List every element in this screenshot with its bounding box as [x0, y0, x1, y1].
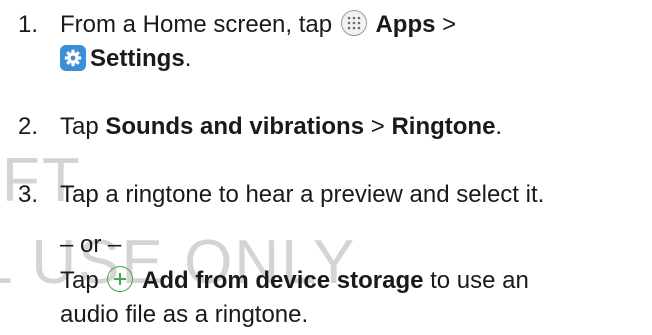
step-text: From a Home screen, tap Apps > Settings.: [60, 8, 456, 76]
step-number: 1.: [18, 11, 39, 38]
plus-circle-icon: [107, 266, 134, 292]
or-text: – or –: [60, 231, 122, 258]
step-text: Tap a ringtone to hear a preview and sel…: [60, 181, 545, 208]
step-1-end: .: [184, 45, 192, 72]
add-step-text: Tap Add from device storage to use an au…: [60, 264, 529, 332]
step-2-separator: >: [370, 113, 385, 140]
step-text: Tap Sounds and vibrations > Ringtone.: [60, 110, 502, 144]
step-1-text-pre: From a Home screen, tap: [60, 11, 333, 38]
settings-label: Settings: [90, 45, 185, 72]
add-step-line-2: audio file as a ringtone.: [60, 301, 309, 328]
ringtone-label: Ringtone: [391, 113, 496, 140]
step-1-separator: >: [442, 11, 457, 38]
step-2-end: .: [495, 113, 503, 140]
add-step-pre: Tap: [60, 267, 99, 294]
step-number: 2.: [18, 113, 39, 140]
settings-gear-icon: [60, 45, 86, 71]
add-step-post: to use an: [430, 267, 529, 294]
apps-label: Apps: [375, 11, 436, 38]
step-number: 3.: [18, 181, 39, 208]
add-from-device-storage-label: Add from device storage: [142, 267, 424, 294]
sounds-and-vibrations-label: Sounds and vibrations: [105, 113, 365, 140]
apps-grid-icon: [340, 10, 367, 36]
step-2-text-pre: Tap: [60, 113, 99, 140]
